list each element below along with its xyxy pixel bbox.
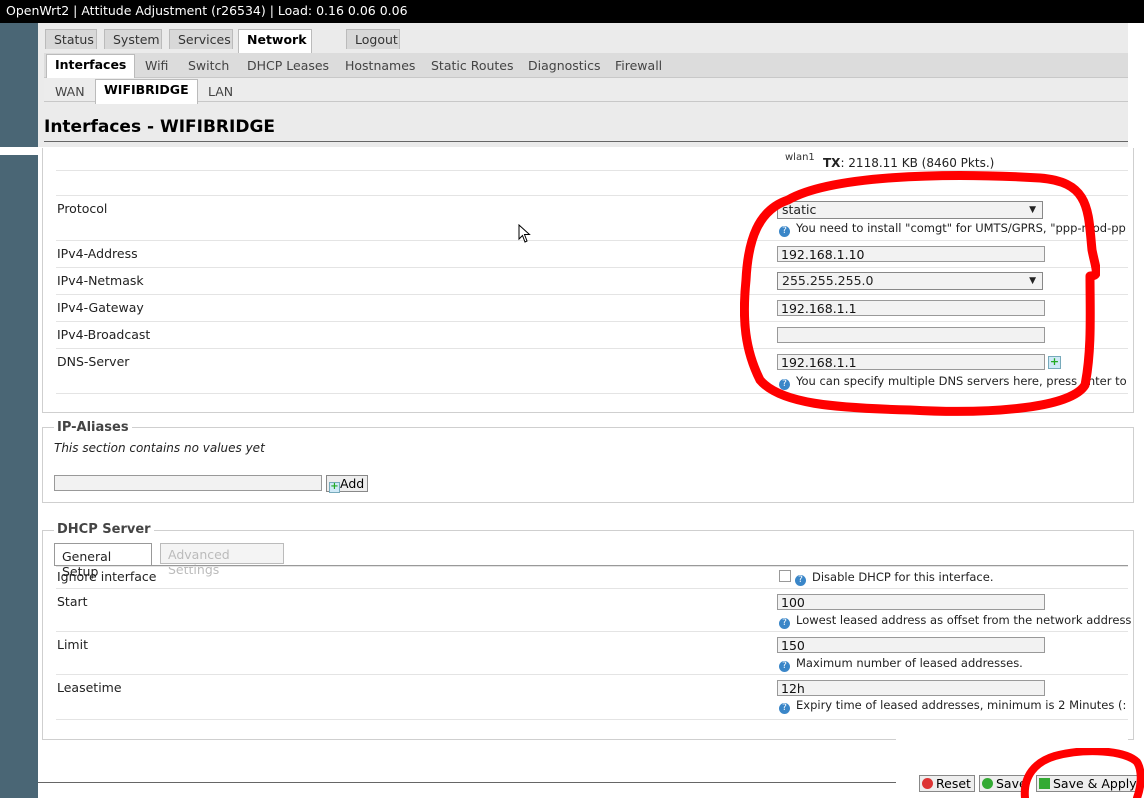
- dns-server-label: DNS-Server: [57, 354, 130, 369]
- save-button[interactable]: Save: [979, 775, 1027, 792]
- leasetime-input[interactable]: 12h: [777, 680, 1045, 696]
- content-gap: [0, 147, 38, 155]
- help-icon: ?: [779, 618, 790, 629]
- tab-status[interactable]: Status: [45, 29, 97, 49]
- title-bar-text: OpenWrt2 | Attitude Adjustment (r26534) …: [6, 3, 408, 18]
- add-icon: +: [329, 481, 340, 493]
- save-apply-button[interactable]: Save & Apply: [1036, 775, 1138, 792]
- ipv4-gateway-label: IPv4-Gateway: [57, 300, 144, 315]
- interface-tab-bar: [44, 78, 1128, 102]
- mouse-cursor-icon: [518, 224, 531, 243]
- ipv4-address-label: IPv4-Address: [57, 246, 138, 261]
- left-margin: [0, 23, 38, 798]
- row-ipv4-netmask: [56, 267, 1128, 268]
- leasetime-help: ? Expiry time of leased addresses, minimu…: [779, 698, 1126, 714]
- row-protocol: [56, 195, 1128, 196]
- add-dns-icon[interactable]: +: [1048, 356, 1061, 369]
- protocol-help: ? You need to install "comgt" for UMTS/GP…: [779, 221, 1126, 237]
- ignore-interface-label: Ignore interface: [57, 569, 157, 584]
- tab-general-setup[interactable]: General Setup: [54, 543, 152, 579]
- add-alias-button[interactable]: +Add: [326, 475, 369, 493]
- tab-services[interactable]: Services: [169, 29, 233, 49]
- start-input[interactable]: 100: [777, 594, 1045, 610]
- start-label: Start: [57, 594, 88, 609]
- limit-label: Limit: [57, 637, 88, 652]
- dns-server-input[interactable]: 192.168.1.1: [777, 354, 1045, 370]
- ipv4-netmask-select[interactable]: 255.255.255.0 ▼: [777, 272, 1043, 290]
- ip-aliases-legend: IP-Aliases: [54, 420, 132, 435]
- subtab-wifi[interactable]: Wifi: [145, 58, 168, 73]
- ignore-interface-checkbox[interactable]: [779, 570, 791, 582]
- subtab-diagnostics[interactable]: Diagnostics: [528, 58, 601, 73]
- status-row: [56, 170, 1128, 171]
- ifacetab-lan[interactable]: LAN: [208, 84, 233, 99]
- footer-line: [38, 782, 896, 783]
- title-divider: [44, 141, 1128, 142]
- ip-aliases-section: [42, 427, 1134, 503]
- chevron-down-icon: ▼: [1029, 276, 1036, 286]
- ip-alias-name-input[interactable]: [54, 475, 322, 491]
- help-icon: ?: [795, 575, 806, 586]
- chevron-down-icon: ▼: [1029, 205, 1036, 215]
- tab-network[interactable]: Network: [238, 29, 312, 54]
- subtab-interfaces[interactable]: Interfaces: [46, 54, 136, 79]
- limit-input[interactable]: 150: [777, 637, 1045, 653]
- subtab-dhcp-leases[interactable]: DHCP Leases: [247, 58, 329, 73]
- help-icon: ?: [779, 379, 790, 390]
- help-icon: ?: [779, 226, 790, 237]
- ipv4-broadcast-label: IPv4-Broadcast: [57, 327, 151, 342]
- status-device: wlan1: [785, 152, 815, 163]
- subtab-firewall[interactable]: Firewall: [615, 58, 662, 73]
- row-ipv4-address: [56, 240, 1128, 241]
- title-bar: OpenWrt2 | Attitude Adjustment (r26534) …: [0, 0, 1144, 23]
- row-ipv4-broadcast: [56, 321, 1128, 322]
- subtab-switch[interactable]: Switch: [188, 58, 229, 73]
- start-help: ? Lowest leased address as offset from th…: [779, 613, 1131, 629]
- ifacetab-wan[interactable]: WAN: [55, 84, 85, 99]
- reset-icon: [922, 778, 933, 789]
- dhcp-server-legend: DHCP Server: [54, 522, 154, 537]
- reset-button[interactable]: Reset: [919, 775, 975, 792]
- dns-help: ? You can specify multiple DNS servers he…: [779, 374, 1127, 390]
- page-title: Interfaces - WIFIBRIDGE: [44, 117, 276, 137]
- ipv4-address-input[interactable]: 192.168.1.10: [777, 246, 1045, 262]
- subtab-hostnames[interactable]: Hostnames: [345, 58, 415, 73]
- tab-advanced-settings[interactable]: Advanced Settings: [160, 543, 284, 577]
- ifacetab-wifibridge[interactable]: WIFIBRIDGE: [95, 79, 198, 104]
- subtab-static-routes[interactable]: Static Routes: [431, 58, 514, 73]
- row-ipv4-gateway: [56, 294, 1128, 295]
- apply-icon: [1039, 778, 1050, 789]
- ipv4-netmask-label: IPv4-Netmask: [57, 273, 144, 288]
- row-ignore-interface: [56, 566, 1128, 567]
- leasetime-label: Leasetime: [57, 680, 122, 695]
- row-limit: [56, 631, 1128, 632]
- protocol-label: Protocol: [57, 201, 108, 216]
- status-tx: TX: 2118.11 KB (8460 Pkts.): [823, 156, 995, 170]
- save-icon: [982, 778, 993, 789]
- row-start: [56, 588, 1128, 589]
- ipv4-gateway-input[interactable]: 192.168.1.1: [777, 300, 1045, 316]
- ip-aliases-empty-text: This section contains no values yet: [54, 441, 265, 455]
- help-icon: ?: [779, 703, 790, 714]
- tab-system[interactable]: System: [104, 29, 162, 49]
- protocol-select[interactable]: static ▼: [777, 201, 1043, 219]
- ipv4-broadcast-input[interactable]: [777, 327, 1045, 343]
- tab-logout[interactable]: Logout: [346, 29, 400, 49]
- ignore-interface-help: ? Disable DHCP for this interface.: [795, 570, 994, 586]
- help-icon: ?: [779, 661, 790, 672]
- limit-help: ? Maximum number of leased addresses.: [779, 656, 1023, 672]
